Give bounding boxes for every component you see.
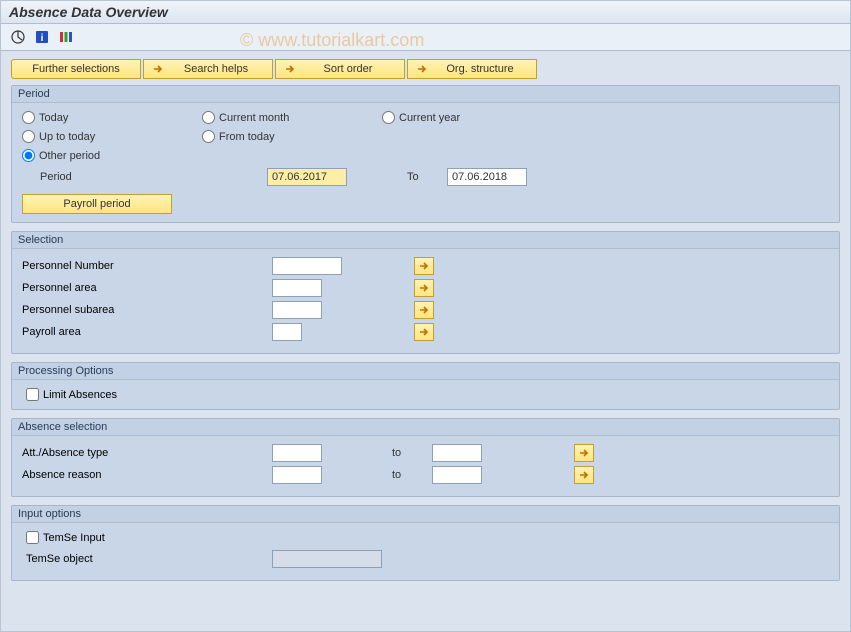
att-absence-to-label: to <box>392 447 432 459</box>
arrow-right-icon <box>418 305 430 315</box>
att-absence-type-to-input[interactable] <box>432 444 482 462</box>
radio-from-today-label: From today <box>219 131 275 143</box>
period-from-input[interactable] <box>267 168 347 186</box>
period-group-title: Period <box>12 86 839 103</box>
selection-group-title: Selection <box>12 232 839 249</box>
input-options-title: Input options <box>12 506 839 523</box>
arrow-right-icon <box>578 448 590 458</box>
search-helps-label: Search helps <box>168 63 264 75</box>
radio-up-to-today-label: Up to today <box>39 131 95 143</box>
personnel-number-label: Personnel Number <box>22 260 272 272</box>
absence-reason-more-button[interactable] <box>574 466 594 484</box>
absence-selection-group: Absence selection Att./Absence type to A… <box>11 418 840 497</box>
svg-text:i: i <box>41 33 44 44</box>
top-button-row: Further selections Search helps Sort ord… <box>11 59 840 79</box>
toolbar: i <box>1 24 850 51</box>
personnel-subarea-label: Personnel subarea <box>22 304 272 316</box>
period-group: Period Today Current month Current year … <box>11 85 840 223</box>
temse-object-input[interactable] <box>272 550 382 568</box>
arrow-right-icon <box>152 63 164 75</box>
execute-icon[interactable] <box>9 28 27 46</box>
radio-current-month-label: Current month <box>219 112 289 124</box>
arrow-right-icon <box>416 63 428 75</box>
absence-reason-from-input[interactable] <box>272 466 322 484</box>
radio-current-year[interactable]: Current year <box>382 111 460 124</box>
payroll-area-input[interactable] <box>272 323 302 341</box>
radio-other-period-label: Other period <box>39 150 100 162</box>
input-options-group: Input options TemSe Input TemSe object <box>11 505 840 581</box>
period-label: Period <box>22 171 267 183</box>
further-selections-button[interactable]: Further selections <box>11 59 141 79</box>
personnel-number-input[interactable] <box>272 257 342 275</box>
processing-options-title: Processing Options <box>12 363 839 380</box>
processing-options-group: Processing Options Limit Absences <box>11 362 840 410</box>
att-absence-type-label: Att./Absence type <box>22 447 272 459</box>
limit-absences-checkbox[interactable]: Limit Absences <box>22 388 829 401</box>
radio-current-month[interactable]: Current month <box>202 111 382 124</box>
personnel-subarea-input[interactable] <box>272 301 322 319</box>
radio-today[interactable]: Today <box>22 111 202 124</box>
absence-reason-label: Absence reason <box>22 469 272 481</box>
absence-reason-to-input[interactable] <box>432 466 482 484</box>
arrow-right-icon <box>418 261 430 271</box>
personnel-number-more-button[interactable] <box>414 257 434 275</box>
radio-other-period[interactable]: Other period <box>22 149 829 162</box>
payroll-area-more-button[interactable] <box>414 323 434 341</box>
content-area: Further selections Search helps Sort ord… <box>1 51 850 631</box>
temse-input-checkbox[interactable]: TemSe Input <box>22 531 829 544</box>
att-absence-type-from-input[interactable] <box>272 444 322 462</box>
personnel-area-label: Personnel area <box>22 282 272 294</box>
payroll-period-button[interactable]: Payroll period <box>22 194 172 214</box>
radio-today-label: Today <box>39 112 68 124</box>
sort-order-label: Sort order <box>300 63 396 75</box>
radio-up-to-today[interactable]: Up to today <box>22 130 202 143</box>
window-title: Absence Data Overview <box>1 1 850 24</box>
sort-order-button[interactable]: Sort order <box>275 59 405 79</box>
arrow-right-icon <box>284 63 296 75</box>
att-absence-type-more-button[interactable] <box>574 444 594 462</box>
payroll-area-label: Payroll area <box>22 326 272 338</box>
search-helps-button[interactable]: Search helps <box>143 59 273 79</box>
org-structure-label: Org. structure <box>432 63 528 75</box>
temse-input-label: TemSe Input <box>43 532 105 544</box>
temse-object-label: TemSe object <box>22 553 272 565</box>
period-to-input[interactable] <box>447 168 527 186</box>
personnel-area-more-button[interactable] <box>414 279 434 297</box>
radio-from-today[interactable]: From today <box>202 130 275 143</box>
info-icon[interactable]: i <box>33 28 51 46</box>
color-bars-icon[interactable] <box>57 28 75 46</box>
arrow-right-icon <box>418 327 430 337</box>
arrow-right-icon <box>418 283 430 293</box>
limit-absences-label: Limit Absences <box>43 389 117 401</box>
personnel-subarea-more-button[interactable] <box>414 301 434 319</box>
personnel-area-input[interactable] <box>272 279 322 297</box>
selection-group: Selection Personnel Number Personnel are… <box>11 231 840 354</box>
absence-selection-title: Absence selection <box>12 419 839 436</box>
absence-reason-to-label: to <box>392 469 432 481</box>
period-to-label: To <box>407 171 447 183</box>
org-structure-button[interactable]: Org. structure <box>407 59 537 79</box>
radio-current-year-label: Current year <box>399 112 460 124</box>
arrow-right-icon <box>578 470 590 480</box>
